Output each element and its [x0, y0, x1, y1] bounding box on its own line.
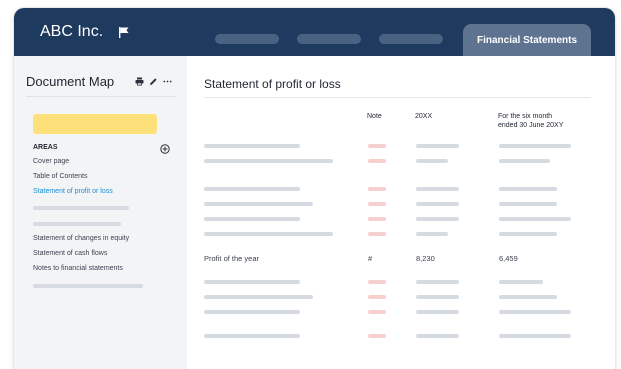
row-current-placeholder — [416, 144, 459, 148]
areas-section-label: AREAS — [33, 144, 58, 151]
row-prior-placeholder — [499, 310, 571, 314]
row-prior-placeholder — [499, 334, 571, 338]
row-note-placeholder — [368, 187, 386, 191]
sidebar-item-placeholder[interactable] — [33, 222, 121, 226]
nav-tab-placeholder-3[interactable] — [379, 34, 443, 44]
sidebar-item-table-of-contents[interactable]: Table of Contents — [33, 173, 87, 180]
row-note-placeholder — [368, 202, 386, 206]
row-current-placeholder — [416, 202, 459, 206]
row-prior-value: 6,459 — [499, 254, 518, 263]
highlight-box[interactable] — [33, 114, 157, 134]
row-prior-placeholder — [499, 144, 571, 148]
row-current-placeholder — [416, 295, 459, 299]
row-label-placeholder — [204, 310, 300, 314]
row-note-placeholder — [368, 295, 386, 299]
row-label-placeholder — [204, 144, 300, 148]
row-current-placeholder — [416, 232, 448, 236]
row-note-placeholder — [368, 217, 386, 221]
sidebar-item-statement-of-changes-in-equity[interactable]: Statement of changes in equity — [33, 235, 129, 242]
sidebar-item-placeholder[interactable] — [33, 284, 143, 288]
row-current-placeholder — [416, 159, 448, 163]
row-prior-placeholder — [499, 159, 550, 163]
row-prior-placeholder — [499, 217, 571, 221]
row-prior-placeholder — [499, 295, 557, 299]
sidebar-item-placeholder[interactable] — [33, 206, 129, 210]
row-note: # — [368, 254, 373, 263]
row-label-placeholder — [204, 295, 313, 299]
app-window: ABC Inc. Financial Statements Document M… — [14, 8, 615, 369]
edit-icon[interactable] — [149, 77, 158, 86]
column-header-prior: For the six month ended 30 June 20XY — [498, 112, 563, 130]
column-header-prior-line1: For the six month — [498, 113, 553, 120]
row-note-placeholder — [368, 144, 386, 148]
row-prior-placeholder — [499, 280, 543, 284]
tab-financial-statements[interactable]: Financial Statements — [463, 24, 591, 56]
row-note-placeholder — [368, 310, 386, 314]
column-header-prior-line2: ended 30 June 20XY — [498, 122, 564, 129]
row-note-placeholder — [368, 159, 386, 163]
top-bar: ABC Inc. Financial Statements — [14, 8, 615, 56]
row-label-placeholder — [204, 280, 300, 284]
row-current-value: 8,230 — [416, 254, 435, 263]
row-prior-placeholder — [499, 187, 557, 191]
column-header-current: 20XX — [415, 113, 433, 120]
row-label-placeholder — [204, 187, 300, 191]
row-label-placeholder — [204, 217, 300, 221]
sidebar-item-notes-to-financial-statements[interactable]: Notes to financial statements — [33, 265, 123, 272]
row-prior-placeholder — [499, 202, 557, 206]
more-icon[interactable] — [163, 77, 172, 86]
row-current-placeholder — [416, 217, 459, 221]
sidebar-item-statement-of-profit-or-loss[interactable]: Statement of profit or loss — [33, 188, 113, 195]
flag-icon[interactable] — [118, 26, 130, 39]
row-note-placeholder — [368, 334, 386, 338]
nav-tab-placeholder-2[interactable] — [297, 34, 361, 44]
row-current-placeholder — [416, 187, 459, 191]
row-label-placeholder — [204, 202, 313, 206]
title-divider — [204, 97, 591, 98]
nav-tab-placeholder-1[interactable] — [215, 34, 279, 44]
column-header-note: Note — [367, 113, 382, 120]
sidebar-item-cover-page[interactable]: Cover page — [33, 158, 69, 165]
row-note-placeholder — [368, 232, 386, 236]
document-map-title: Document Map — [26, 74, 115, 89]
add-area-icon[interactable] — [160, 144, 170, 154]
row-label-placeholder — [204, 232, 333, 236]
company-name: ABC Inc. — [40, 23, 104, 40]
row-current-placeholder — [416, 310, 459, 314]
row-prior-placeholder — [499, 232, 557, 236]
row-label: Profit of the year — [204, 254, 260, 263]
sidebar-divider — [26, 96, 176, 97]
row-note-placeholder — [368, 280, 386, 284]
document-map-sidebar: Document Map AREAS Cover page Table of C… — [14, 56, 187, 369]
row-label-placeholder — [204, 334, 300, 338]
row-label-placeholder — [204, 159, 333, 163]
row-current-placeholder — [416, 334, 459, 338]
print-icon[interactable] — [135, 77, 144, 86]
page-title: Statement of profit or loss — [204, 77, 341, 91]
main-content: Statement of profit or loss Note 20XX Fo… — [187, 56, 615, 369]
row-current-placeholder — [416, 280, 459, 284]
sidebar-item-statement-of-cash-flows[interactable]: Statement of cash flows — [33, 250, 107, 257]
